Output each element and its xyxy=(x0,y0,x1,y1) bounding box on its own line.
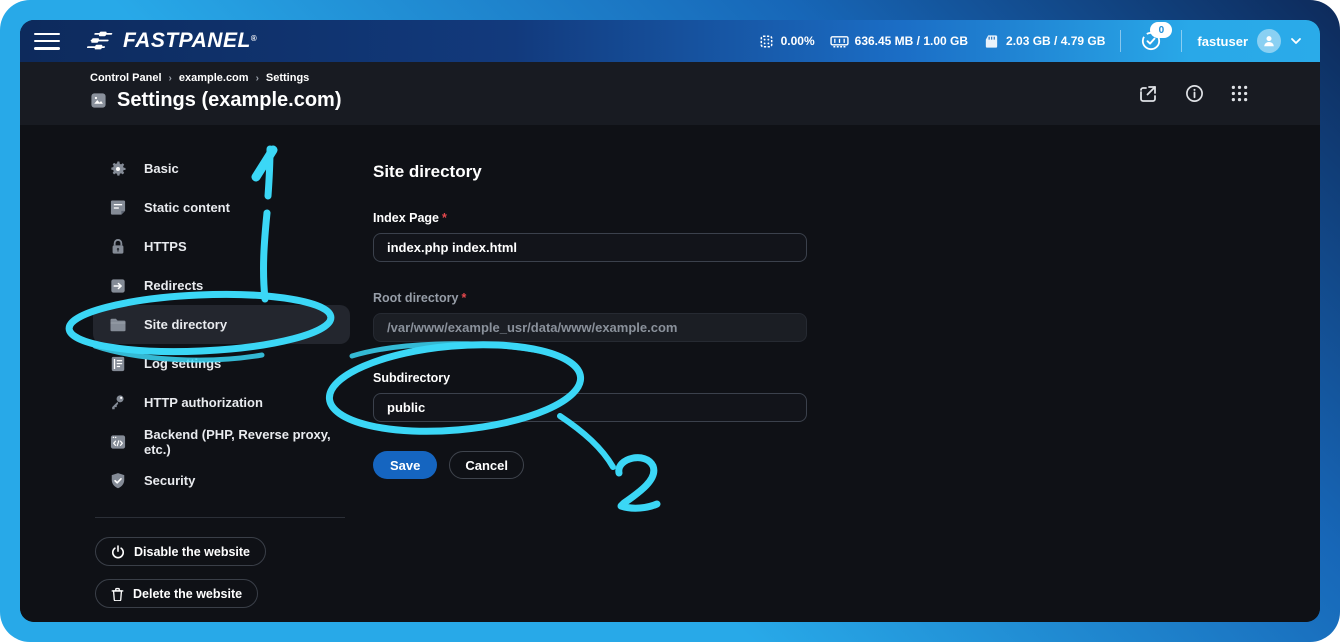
topbar-divider xyxy=(1120,30,1121,52)
brand-name: FASTPANEL® xyxy=(123,31,257,51)
breadcrumb-settings[interactable]: Settings xyxy=(266,72,309,84)
delete-website-label: Delete the website xyxy=(133,587,242,601)
index-page-label: Index Page* xyxy=(373,211,813,225)
sidebar-item-label: Static content xyxy=(144,200,230,215)
folder-icon xyxy=(108,315,128,335)
subdirectory-label: Subdirectory xyxy=(373,371,813,385)
cpu-value: 0.00% xyxy=(781,34,815,48)
sidebar-item-label: Security xyxy=(144,473,195,488)
sidebar-item-log-settings[interactable]: Log settings xyxy=(93,344,350,383)
notifications-button[interactable]: 0 xyxy=(1136,26,1166,56)
notification-count-badge: 0 xyxy=(1150,22,1172,38)
disk-icon xyxy=(983,33,1000,50)
power-icon xyxy=(111,545,125,559)
breadcrumb: Control Panel › example.com › Settings xyxy=(90,72,1320,84)
code-icon xyxy=(108,432,128,452)
breadcrumb-separator: › xyxy=(169,73,172,84)
sidebar-item-static-content[interactable]: Static content xyxy=(93,188,350,227)
header-actions xyxy=(1138,84,1248,104)
sidebar-item-label: Site directory xyxy=(144,317,227,332)
open-external-icon[interactable] xyxy=(1138,84,1158,104)
sidebar-item-basic[interactable]: Basic xyxy=(93,149,350,188)
trash-icon xyxy=(111,587,124,601)
gear-icon xyxy=(108,159,128,179)
site-directory-form: Site directory Index Page* Root director… xyxy=(373,125,813,622)
required-marker: * xyxy=(461,291,466,305)
sidebar-item-label: Backend (PHP, Reverse proxy, etc.) xyxy=(144,427,350,457)
log-icon xyxy=(108,354,128,374)
form-actions: Save Cancel xyxy=(373,451,813,479)
shield-icon xyxy=(108,471,128,491)
ram-usage: 636.45 MB / 1.00 GB xyxy=(830,34,968,49)
root-directory-field-group: Root directory* xyxy=(373,291,813,342)
breadcrumb-site[interactable]: example.com xyxy=(179,72,249,84)
hamburger-menu-icon[interactable] xyxy=(34,33,60,50)
brand-logo[interactable]: FASTPANEL® xyxy=(87,31,257,51)
subdirectory-field-group: Subdirectory xyxy=(373,371,813,422)
page-header: Control Panel › example.com › Settings S… xyxy=(20,62,1320,125)
sidebar-item-http-authorization[interactable]: HTTP authorization xyxy=(93,383,350,422)
delete-website-button[interactable]: Delete the website xyxy=(95,579,258,608)
screenshot-canvas: FASTPANEL® 0.00% xyxy=(0,0,1340,642)
ram-icon xyxy=(830,34,849,49)
sidebar-item-site-directory[interactable]: Site directory xyxy=(93,305,350,344)
breadcrumb-separator: › xyxy=(256,73,259,84)
sidebar-item-https[interactable]: HTTPS xyxy=(93,227,350,266)
chevron-down-icon xyxy=(1290,37,1302,45)
breadcrumb-control-panel[interactable]: Control Panel xyxy=(90,72,162,84)
document-icon xyxy=(108,198,128,218)
sidebar-item-label: Redirects xyxy=(144,278,203,293)
disable-website-button[interactable]: Disable the website xyxy=(95,537,266,566)
topbar-status-cluster: 0.00% 636.45 MB / 1.00 GB xyxy=(758,26,1302,56)
sidebar-item-label: HTTPS xyxy=(144,239,187,254)
subdirectory-input[interactable] xyxy=(373,393,807,422)
disk-usage: 2.03 GB / 4.79 GB xyxy=(983,33,1105,50)
apps-grid-icon[interactable] xyxy=(1231,85,1248,102)
index-page-input[interactable] xyxy=(373,233,807,262)
avatar xyxy=(1257,29,1281,53)
cpu-usage: 0.00% xyxy=(758,33,815,50)
required-marker: * xyxy=(442,211,447,225)
app-window: FASTPANEL® 0.00% xyxy=(20,20,1320,622)
page-title: Settings (example.com) xyxy=(117,89,342,112)
form-heading: Site directory xyxy=(373,162,813,182)
key-icon xyxy=(108,393,128,413)
sidebar-item-label: Basic xyxy=(144,161,179,176)
disk-value: 2.03 GB / 4.79 GB xyxy=(1006,34,1105,48)
sidebar-item-label: Log settings xyxy=(144,356,221,371)
username: fastuser xyxy=(1197,34,1248,49)
ram-value: 636.45 MB / 1.00 GB xyxy=(855,34,968,48)
settings-sidebar: Basic Static content xyxy=(93,125,350,622)
registered-mark: ® xyxy=(251,34,257,43)
redirect-icon xyxy=(108,276,128,296)
equalizer-icon xyxy=(87,31,115,51)
index-page-field-group: Index Page* xyxy=(373,211,813,262)
info-icon[interactable] xyxy=(1185,84,1204,103)
sidebar-item-backend[interactable]: Backend (PHP, Reverse proxy, etc.) xyxy=(93,422,350,461)
person-icon xyxy=(1262,34,1276,48)
cpu-icon xyxy=(758,33,775,50)
sidebar-item-security[interactable]: Security xyxy=(93,461,350,500)
user-menu[interactable]: fastuser xyxy=(1197,29,1302,53)
root-directory-label: Root directory* xyxy=(373,291,813,305)
topbar-divider xyxy=(1181,30,1182,52)
lock-icon xyxy=(108,237,128,257)
title-row: Settings (example.com) xyxy=(90,89,1320,112)
topbar: FASTPANEL® 0.00% xyxy=(20,20,1320,62)
cancel-button[interactable]: Cancel xyxy=(449,451,524,479)
content-area: Basic Static content xyxy=(20,125,1320,622)
save-button[interactable]: Save xyxy=(373,451,437,479)
root-directory-input xyxy=(373,313,807,342)
disable-website-label: Disable the website xyxy=(134,545,250,559)
sidebar-item-label: HTTP authorization xyxy=(144,395,263,410)
sidebar-item-redirects[interactable]: Redirects xyxy=(93,266,350,305)
site-image-icon xyxy=(90,92,107,109)
